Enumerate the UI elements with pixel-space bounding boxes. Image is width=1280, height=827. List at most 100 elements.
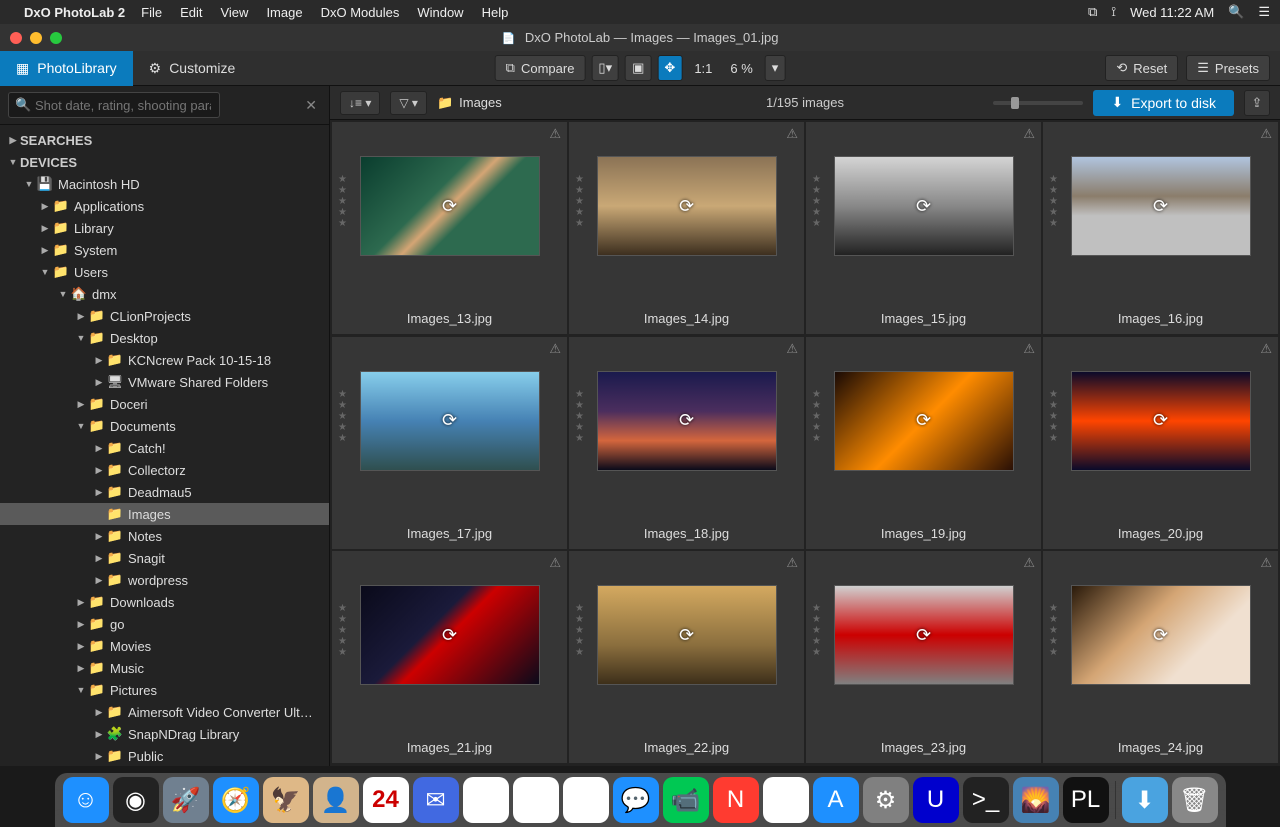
dock-wallpaper[interactable]: 🌄 <box>1013 777 1059 823</box>
breadcrumb[interactable]: 📁Images <box>437 95 502 111</box>
thumbnail-cell[interactable]: ⚠ ★★★★★ ⟳ Images_20.jpg <box>1043 337 1278 549</box>
rating-stars[interactable]: ★★★★★ <box>575 174 584 229</box>
dock-news[interactable]: N <box>713 777 759 823</box>
screens-icon[interactable]: ⧉ <box>1088 4 1097 20</box>
minimize-button[interactable] <box>30 32 42 44</box>
rating-stars[interactable]: ★★★★★ <box>338 174 347 229</box>
tree-go[interactable]: ▶📁go <box>0 613 329 635</box>
fullscreen-button[interactable] <box>50 32 62 44</box>
sort-button[interactable]: ↓≡ ▾ <box>340 91 380 115</box>
tree-movies[interactable]: ▶📁Movies <box>0 635 329 657</box>
tree-collectorz[interactable]: ▶📁Collectorz <box>0 459 329 481</box>
dock-siri[interactable]: ◉ <box>113 777 159 823</box>
thumbnail-cell[interactable]: ⚠ ★★★★★ ⟳ Images_24.jpg <box>1043 551 1278 763</box>
dock-downloads[interactable]: ⬇ <box>1122 777 1168 823</box>
folder-tree[interactable]: ▶SEARCHES ▼DEVICES ▼💾Macintosh HD ▶📁Appl… <box>0 125 329 766</box>
tree-catch[interactable]: ▶📁Catch! <box>0 437 329 459</box>
tree-header-devices[interactable]: ▼DEVICES <box>0 151 329 173</box>
dock-launchpad[interactable]: 🚀 <box>163 777 209 823</box>
dock-calendar[interactable]: 24 <box>363 777 409 823</box>
thumbnail-cell[interactable]: ⚠ ★★★★★ ⟳ Images_13.jpg <box>332 122 567 334</box>
dock-facetime[interactable]: 📹 <box>663 777 709 823</box>
tree-library[interactable]: ▶📁Library <box>0 217 329 239</box>
tree-documents[interactable]: ▼📁Documents <box>0 415 329 437</box>
thumbnail-cell[interactable]: ⚠ ★★★★★ ⟳ Images_22.jpg <box>569 551 804 763</box>
tree-doceri[interactable]: ▶📁Doceri <box>0 393 329 415</box>
presets-button[interactable]: ☰ Presets <box>1186 55 1270 81</box>
thumbnail-cell[interactable]: ⚠ ★★★★★ ⟳ Images_19.jpg <box>806 337 1041 549</box>
thumbnail-size-slider[interactable] <box>993 101 1083 105</box>
menu-file[interactable]: File <box>141 5 162 20</box>
menu-list-icon[interactable]: ☰ <box>1258 4 1270 20</box>
menu-view[interactable]: View <box>220 5 248 20</box>
share-button[interactable]: ⇪ <box>1244 90 1270 116</box>
dock-safari[interactable]: 🧭 <box>213 777 259 823</box>
dock-itunes[interactable]: ♪ <box>763 777 809 823</box>
menu-image[interactable]: Image <box>266 5 302 20</box>
dock-terminal[interactable]: >_ <box>963 777 1009 823</box>
rating-stars[interactable]: ★★★★★ <box>1049 389 1058 444</box>
tree-wordpress[interactable]: ▶📁wordpress <box>0 569 329 591</box>
tree-desktop[interactable]: ▼📁Desktop <box>0 327 329 349</box>
dock-dxo[interactable]: PL <box>1063 777 1109 823</box>
menu-window[interactable]: Window <box>417 5 463 20</box>
dock-finder[interactable]: ☺ <box>63 777 109 823</box>
tree-notes[interactable]: ▶📁Notes <box>0 525 329 547</box>
filter-button[interactable]: ▽ ▾ <box>390 91 427 115</box>
fit-button[interactable]: ▣ <box>625 55 651 81</box>
tree-pictures[interactable]: ▼📁Pictures <box>0 679 329 701</box>
tree-header-searches[interactable]: ▶SEARCHES <box>0 129 329 151</box>
tree-vmware[interactable]: ▶🖥VMware Shared Folders <box>0 371 329 393</box>
tree-music[interactable]: ▶📁Music <box>0 657 329 679</box>
rating-stars[interactable]: ★★★★★ <box>338 389 347 444</box>
layout-button[interactable]: ▯▾ <box>591 55 619 81</box>
thumbnail-cell[interactable]: ⚠ ★★★★★ ⟳ Images_17.jpg <box>332 337 567 549</box>
dock-photos[interactable]: ✿ <box>563 777 609 823</box>
tab-photolibrary[interactable]: ▦ PhotoLibrary <box>0 51 133 86</box>
rating-stars[interactable]: ★★★★★ <box>1049 174 1058 229</box>
tree-aimersoft[interactable]: ▶📁Aimersoft Video Converter Ult… <box>0 701 329 723</box>
dock-mail[interactable]: ✉ <box>413 777 459 823</box>
dock-trash[interactable]: 🗑 <box>1172 777 1218 823</box>
app-name[interactable]: DxO PhotoLab 2 <box>24 5 125 20</box>
rating-stars[interactable]: ★★★★★ <box>1049 603 1058 658</box>
tree-dmx[interactable]: ▼🏠dmx <box>0 283 329 305</box>
export-button[interactable]: ⬇ Export to disk <box>1093 90 1234 116</box>
move-tool-button[interactable]: ✥ <box>657 55 682 81</box>
tree-deadmau5[interactable]: ▶📁Deadmau5 <box>0 481 329 503</box>
thumbnail-cell[interactable]: ⚠ ★★★★★ ⟳ Images_14.jpg <box>569 122 804 334</box>
spotlight-icon[interactable]: 🔍 <box>1228 4 1244 20</box>
rating-stars[interactable]: ★★★★★ <box>338 603 347 658</box>
tree-clion[interactable]: ▶📁CLionProjects <box>0 305 329 327</box>
rating-stars[interactable]: ★★★★★ <box>575 603 584 658</box>
status-icon[interactable]: ⟟ <box>1111 4 1116 20</box>
zoom-dropdown[interactable]: ▾ <box>765 55 786 81</box>
menubar-clock[interactable]: Wed 11:22 AM <box>1130 5 1214 20</box>
zoom-1to1[interactable]: 1:1 <box>688 61 718 76</box>
tree-downloads[interactable]: ▶📁Downloads <box>0 591 329 613</box>
tree-users[interactable]: ▼📁Users <box>0 261 329 283</box>
close-button[interactable] <box>10 32 22 44</box>
rating-stars[interactable]: ★★★★★ <box>812 389 821 444</box>
dock-preview[interactable]: 🦅 <box>263 777 309 823</box>
rating-stars[interactable]: ★★★★★ <box>812 174 821 229</box>
dock-contacts[interactable]: 👤 <box>313 777 359 823</box>
thumbnail-cell[interactable]: ⚠ ★★★★★ ⟳ Images_18.jpg <box>569 337 804 549</box>
tree-system[interactable]: ▶📁System <box>0 239 329 261</box>
dock-settings[interactable]: ⚙ <box>863 777 909 823</box>
search-clear[interactable]: ✕ <box>301 97 321 114</box>
tree-applications[interactable]: ▶📁Applications <box>0 195 329 217</box>
dock-appstore[interactable]: A <box>813 777 859 823</box>
tree-kcn[interactable]: ▶📁KCNcrew Pack 10-15-18 <box>0 349 329 371</box>
tree-disk[interactable]: ▼💾Macintosh HD <box>0 173 329 195</box>
thumbnail-cell[interactable]: ⚠ ★★★★★ ⟳ Images_21.jpg <box>332 551 567 763</box>
menu-edit[interactable]: Edit <box>180 5 202 20</box>
thumbnail-cell[interactable]: ⚠ ★★★★★ ⟳ Images_15.jpg <box>806 122 1041 334</box>
dock-messages[interactable]: 💬 <box>613 777 659 823</box>
thumbnail-cell[interactable]: ⚠ ★★★★★ ⟳ Images_23.jpg <box>806 551 1041 763</box>
menu-modules[interactable]: DxO Modules <box>321 5 400 20</box>
tree-public[interactable]: ▶📁Public <box>0 745 329 766</box>
dock-reminders[interactable]: ☰ <box>463 777 509 823</box>
tab-customize[interactable]: ⚙ Customize <box>133 51 252 86</box>
tree-snapndrag[interactable]: ▶🧩SnapNDrag Library <box>0 723 329 745</box>
